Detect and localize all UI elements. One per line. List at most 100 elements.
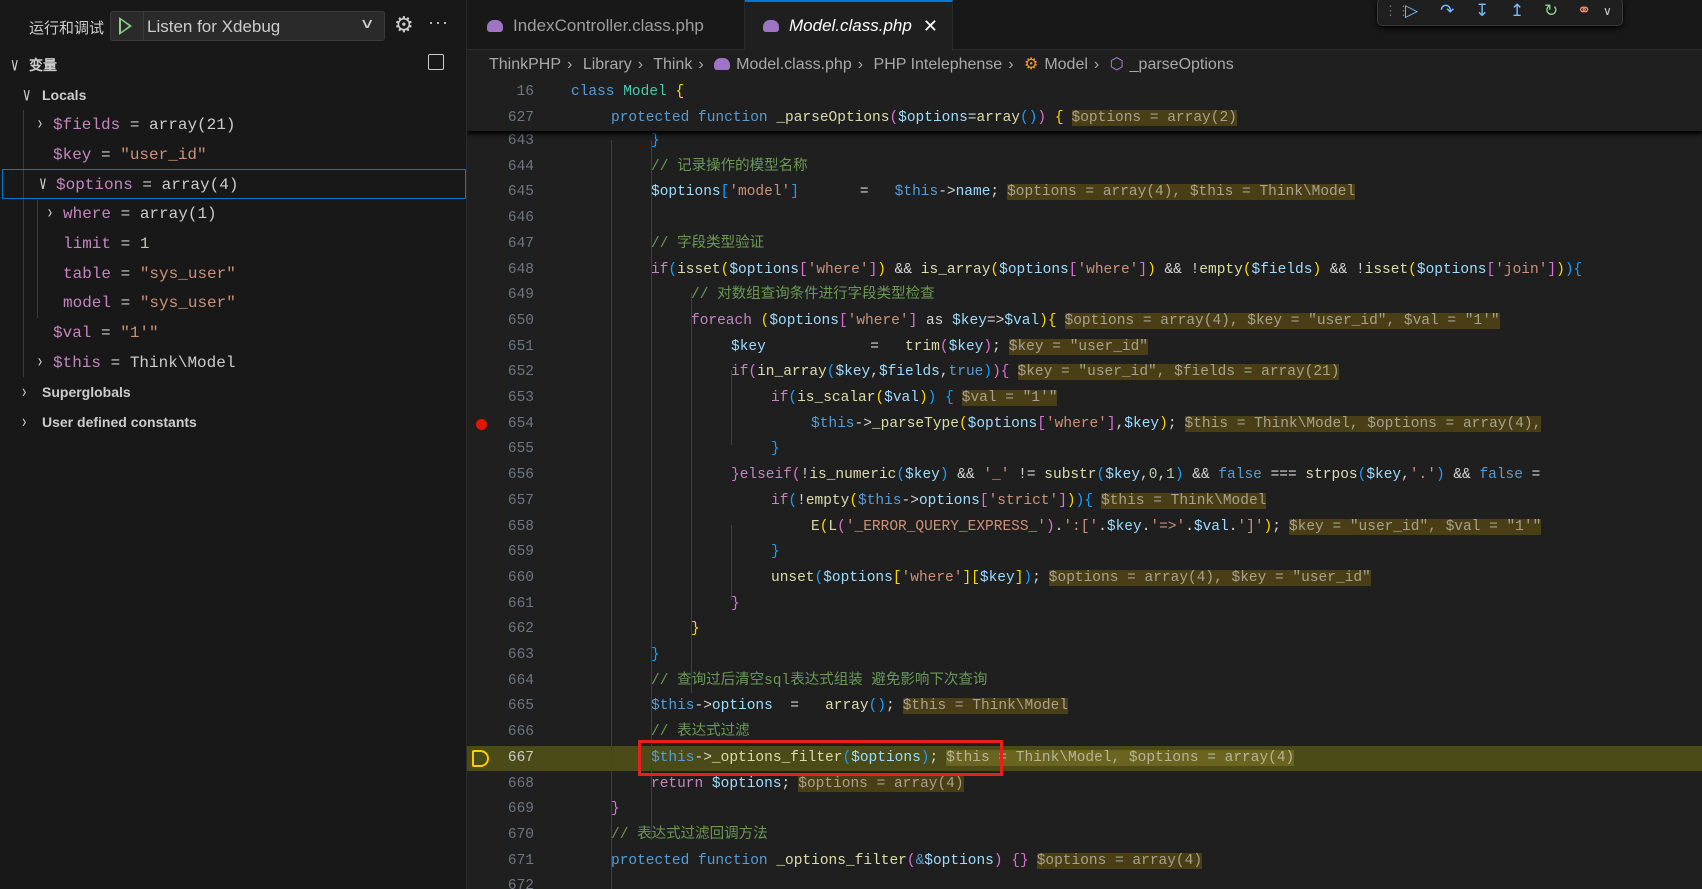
variable-row[interactable]: $key = "user_id" — [0, 140, 467, 170]
breadcrumb-item[interactable]: Model.class.php — [736, 56, 852, 73]
code-line[interactable]: 16 class Model { — [467, 80, 1702, 106]
code-line[interactable]: 652 if(in_array($key,$fields,true)){$key… — [467, 360, 1702, 386]
code-token: $this — [858, 492, 902, 509]
variable-row[interactable]: › where = array(1) — [0, 199, 467, 229]
code-line[interactable]: 671 protected function _options_filter(&… — [467, 849, 1702, 875]
tab-label: Model.class.php — [789, 16, 912, 35]
code-token: , — [1157, 467, 1167, 484]
start-debugging-icon[interactable] — [119, 17, 132, 35]
code-token: , — [1140, 467, 1149, 484]
code-line[interactable]: 670 // 表达式过滤回调方法 — [467, 823, 1702, 849]
code-line[interactable]: 650 foreach ($options['where'] as $key=>… — [467, 309, 1702, 335]
line-number: 655 — [507, 441, 534, 458]
code-line[interactable]: 661 } — [467, 592, 1702, 618]
chevron-right-icon: › — [1008, 56, 1014, 73]
gear-icon[interactable]: ⚙ — [394, 13, 414, 37]
inline-value-hint: $this = Think\Model, $options = array(4)… — [1184, 415, 1542, 432]
launch-config-dropdown[interactable]: Listen for Xdebug ∨ — [110, 11, 385, 41]
code-line[interactable]: 663 } — [467, 643, 1702, 669]
code-token: ( — [889, 109, 899, 126]
breadcrumb-item[interactable]: Model — [1044, 56, 1088, 73]
code-line[interactable]: 651 $key = trim($key); $key = "user_id" — [467, 335, 1702, 361]
variable-row[interactable]: model = "sys_user" — [0, 288, 467, 318]
code-line[interactable]: 627 protected function _parseOptions($op… — [467, 106, 1702, 132]
code-token: , — [1115, 415, 1125, 432]
code-line[interactable]: 660 unset($options['where'][$key]); $opti… — [467, 566, 1702, 592]
code-line[interactable]: 658 E(L('_ERROR_QUERY_EXPRESS_').':['.$k… — [467, 515, 1702, 541]
code-line[interactable]: 648 if(isset($options['where']) && is_ar… — [467, 258, 1702, 284]
tab-model[interactable]: Model.class.php ✕ — [745, 0, 953, 51]
code-line[interactable]: 647 // 字段类型验证 — [467, 232, 1702, 258]
disconnect-icon[interactable]: ⚭ — [1577, 1, 1591, 21]
restart-icon[interactable]: ↻ — [1544, 1, 1558, 21]
scope-locals[interactable]: ∨ Locals — [0, 80, 467, 110]
inline-value-hint: $options = array(4) — [1036, 852, 1203, 869]
code-line[interactable]: 643 } — [467, 129, 1702, 155]
variable-row[interactable]: table = "sys_user" — [0, 259, 467, 289]
code-token: { — [1573, 261, 1583, 278]
code-token: isset — [677, 261, 721, 278]
code-line[interactable]: 657 if(!empty($this->options['strict']))… — [467, 489, 1702, 515]
code-token: ( — [849, 492, 859, 509]
class-icon: ⚙ — [1023, 56, 1039, 73]
breadcrumb-item[interactable]: Think — [653, 56, 692, 73]
inline-value-hint: $options = array(4), $this = Think\Model — [1007, 184, 1356, 201]
code-token: as — [917, 312, 953, 329]
code-text: $options['model'] = $this->name; $options… — [571, 180, 1356, 206]
close-icon[interactable]: ✕ — [923, 2, 938, 50]
code-line[interactable]: 654 $this->_parseType($options['where'],… — [467, 412, 1702, 438]
inline-value-hint: $options = array(2) — [1071, 109, 1237, 126]
continue-icon[interactable]: ▷ — [1405, 1, 1418, 21]
variable-row[interactable]: ∨ $options = array(4) — [2, 169, 466, 200]
variable-row[interactable]: $val = "1'" — [0, 318, 467, 348]
code-line[interactable]: 672 — [467, 874, 1702, 889]
step-into-icon[interactable]: ↧ — [1475, 1, 1489, 21]
variable-text: where = array(1) — [63, 199, 217, 229]
code-line[interactable]: 669 } — [467, 797, 1702, 823]
tab-indexcontroller[interactable]: IndexController.class.php — [467, 0, 745, 50]
code-token: ] — [1547, 261, 1557, 278]
more-actions-icon[interactable]: ··· — [428, 12, 449, 33]
chevron-down-icon[interactable]: ∨ — [359, 15, 374, 32]
code-line[interactable]: 649 // 对数组查询条件进行字段类型检查 — [467, 283, 1702, 309]
code-token: && ! — [1155, 261, 1200, 278]
code-token: $key — [952, 312, 987, 329]
code-token: array — [825, 698, 869, 715]
code-line[interactable]: 655 } — [467, 437, 1702, 463]
scope-superglobals[interactable]: › Superglobals — [0, 377, 467, 407]
code-token: ( — [939, 338, 949, 355]
inline-value-hint: $this = Think\Model — [1101, 492, 1267, 509]
variables-section-header[interactable]: ∨ 变量 — [0, 50, 467, 80]
variable-row[interactable]: › $fields = array(21) — [0, 110, 467, 140]
variable-row[interactable]: › $this = Think\Model — [0, 348, 467, 378]
code-token: -> — [938, 184, 956, 201]
breadcrumb-item[interactable]: _parseOptions — [1130, 56, 1234, 73]
code-line[interactable]: 653 if(is_scalar($val)) {$val = "1'" — [467, 386, 1702, 412]
code-line[interactable]: 664 // 查询过后清空sql表达式组装 避免影响下次查询 — [467, 669, 1702, 695]
code-line[interactable]: 659 } — [467, 540, 1702, 566]
breadcrumb-item[interactable]: Library — [583, 56, 632, 73]
code-token: $key — [1366, 467, 1402, 484]
code-token: ) — [983, 338, 993, 355]
code-line[interactable]: 665 $this->options = array(); $this = Thi… — [467, 694, 1702, 720]
code-token: ( — [896, 467, 906, 484]
code-token: ( — [788, 390, 798, 406]
scope-user-constants[interactable]: › User defined constants — [0, 407, 467, 437]
code-line[interactable]: 662 } — [467, 617, 1702, 643]
chevron-down-icon[interactable]: ∨ — [1603, 1, 1612, 21]
code-line[interactable]: 646 — [467, 206, 1702, 232]
code-token: class — [571, 84, 624, 100]
code-token: ; — [1272, 518, 1281, 535]
code-token: '_ERROR_QUERY_EXPRESS_' — [845, 518, 1046, 535]
code-line[interactable]: 644 // 记录操作的模型名称 — [467, 155, 1702, 181]
step-out-icon[interactable]: ↥ — [1510, 1, 1524, 21]
code-token: && — [1183, 467, 1219, 484]
collapse-all-icon[interactable] — [428, 54, 444, 70]
code-line[interactable]: 645 $options['model'] = $this->name; $opt… — [467, 180, 1702, 206]
code-line[interactable]: 656 }elseif(!is_numeric($key) && '_' != … — [467, 463, 1702, 489]
step-over-icon[interactable]: ↷ — [1440, 1, 1454, 21]
variable-row[interactable]: limit = 1 — [0, 229, 467, 259]
variable-name: $val — [53, 323, 92, 342]
breadcrumb-item[interactable]: PHP Intelephense — [874, 56, 1003, 73]
breadcrumb-item[interactable]: ThinkPHP — [489, 56, 561, 73]
